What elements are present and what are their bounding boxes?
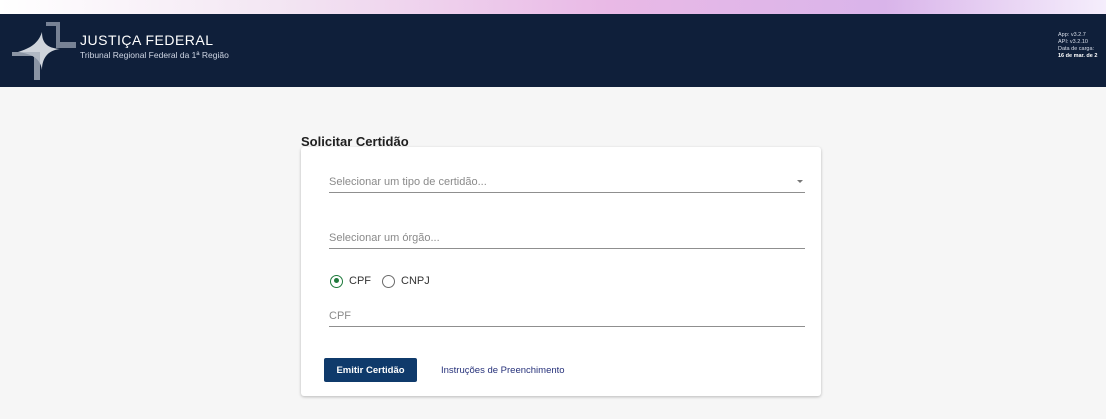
browser-top-strip	[0, 0, 1106, 14]
document-type-radio-group: CPF CNPJ	[330, 274, 441, 288]
radio-cnpj[interactable]	[382, 274, 395, 288]
justica-federal-logo	[12, 22, 76, 80]
brand-subtitle: Tribunal Regional Federal da 1ª Região	[80, 50, 229, 60]
emitir-certidao-button[interactable]: Emitir Certidão	[324, 358, 417, 382]
brand-title: JUSTIÇA FEDERAL	[80, 32, 214, 48]
load-date-label: Data de carga:	[1058, 46, 1095, 52]
certidao-form-card: Selecionar um tipo de certidão... Seleci…	[301, 147, 821, 396]
site-header: JUSTIÇA FEDERAL Tribunal Regional Federa…	[0, 14, 1106, 87]
tipo-certidao-placeholder: Selecionar um tipo de certidão...	[329, 175, 487, 188]
version-info: App: v3.2.7 API: v3.2.10 Data de carga: …	[1058, 32, 1102, 60]
cpf-placeholder: CPF	[329, 309, 351, 322]
instrucoes-preenchimento-link[interactable]: Instruções de Preenchimento	[441, 358, 565, 382]
radio-cpf-label[interactable]: CPF	[349, 275, 371, 287]
radio-cnpj-label[interactable]: CNPJ	[401, 275, 430, 287]
cpf-input[interactable]: CPF	[329, 305, 805, 327]
api-version: API: v3.2.10	[1058, 39, 1088, 45]
app-version: App: v3.2.7	[1058, 32, 1086, 38]
radio-cpf[interactable]	[330, 274, 343, 288]
orgao-placeholder: Selecionar um órgão...	[329, 231, 440, 244]
tipo-certidao-select[interactable]: Selecionar um tipo de certidão...	[329, 171, 805, 193]
dropdown-caret-icon	[797, 180, 803, 183]
orgao-input[interactable]: Selecionar um órgão...	[329, 227, 805, 249]
load-date-value: 16 de mar. de 2	[1058, 53, 1098, 59]
